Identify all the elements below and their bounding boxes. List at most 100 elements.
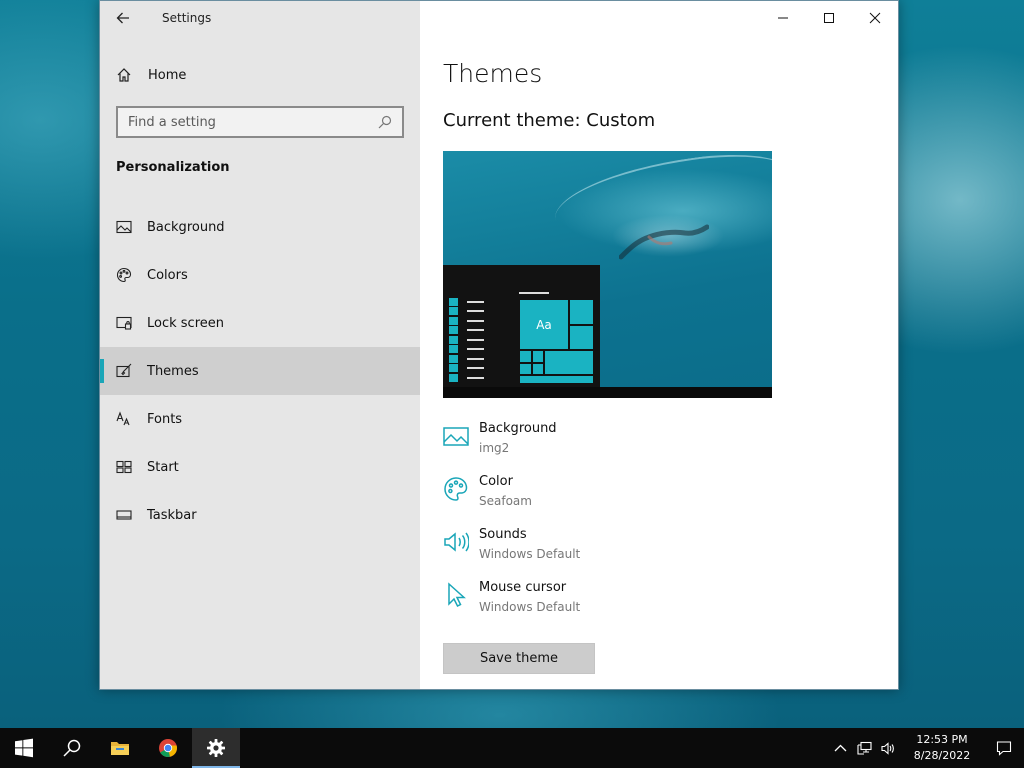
save-theme-button[interactable]: Save theme <box>443 643 595 674</box>
theme-prop-name: Sounds <box>479 527 527 542</box>
window-controls <box>760 1 898 35</box>
picture-icon <box>443 427 469 446</box>
lock-screen-icon <box>116 316 132 330</box>
palette-icon <box>444 477 468 501</box>
close-button[interactable] <box>852 1 898 35</box>
file-explorer-icon <box>111 742 129 755</box>
system-tray: 12:53 PM 8/28/2022 <box>828 728 1024 768</box>
theme-prop-name: Background <box>479 421 557 436</box>
search-input[interactable] <box>128 114 368 130</box>
cursor-icon <box>448 582 466 608</box>
preview-swimmer <box>619 224 709 260</box>
preview-tile <box>544 350 594 375</box>
theme-prop-value: Windows Default <box>479 600 581 614</box>
search-icon <box>63 739 81 757</box>
start-tiles-icon <box>116 460 132 474</box>
settings-gear-icon <box>207 739 225 757</box>
picture-icon <box>116 220 132 234</box>
sidebar-item-label: Themes <box>147 363 199 379</box>
theme-prop-name: Mouse cursor <box>479 580 567 595</box>
preview-tile <box>532 350 544 363</box>
app-title: Settings <box>162 11 212 25</box>
preview-tile <box>569 299 594 325</box>
settings-app-button[interactable] <box>192 728 240 768</box>
theme-properties: Background img2 Color Seafoam Sounds Win… <box>443 420 863 632</box>
sidebar-item-background[interactable]: Background <box>100 203 420 251</box>
preview-tile <box>532 363 544 375</box>
taskbar-icon <box>116 510 132 520</box>
preview-app-list <box>449 297 484 383</box>
sidebar-item-lock-screen[interactable]: Lock screen <box>100 299 420 347</box>
windows-start-icon <box>15 738 33 758</box>
search-button[interactable] <box>48 728 96 768</box>
preview-tile <box>519 363 532 375</box>
preview-tile <box>519 350 532 363</box>
preview-start-menu: Aa <box>443 265 600 387</box>
show-hidden-icons-button[interactable] <box>828 728 852 768</box>
theme-prop-value: Seafoam <box>479 494 532 508</box>
theme-prop-value: img2 <box>479 441 510 455</box>
preview-tile-aa: Aa <box>519 299 569 350</box>
clock-time: 12:53 PM <box>916 733 968 746</box>
preview-tile <box>569 325 594 350</box>
sidebar-item-label: Start <box>147 459 179 475</box>
themes-brush-icon <box>116 363 132 378</box>
speaker-icon <box>444 532 469 552</box>
minimize-button[interactable] <box>760 1 806 35</box>
clock-date: 8/28/2022 <box>913 749 971 762</box>
maximize-button[interactable] <box>806 1 852 35</box>
home-label: Home <box>148 67 187 83</box>
sidebar: Settings Home Personalization Background <box>100 1 420 689</box>
sidebar-item-themes[interactable]: Themes <box>100 347 420 395</box>
sidebar-item-label: Colors <box>147 267 188 283</box>
chrome-icon <box>159 739 177 758</box>
theme-prop-value: Windows Default <box>479 547 581 561</box>
title-bar: Settings <box>100 1 420 35</box>
sidebar-item-taskbar[interactable]: Taskbar <box>100 491 420 539</box>
theme-prop-background[interactable]: Background img2 <box>443 420 863 473</box>
notification-icon <box>996 741 1012 756</box>
sidebar-item-label: Background <box>147 219 225 235</box>
sidebar-item-label: Fonts <box>147 411 183 427</box>
font-icon <box>116 411 130 426</box>
file-explorer-button[interactable] <box>96 728 144 768</box>
home-button[interactable]: Home <box>100 57 420 93</box>
network-button[interactable] <box>852 728 876 768</box>
close-icon <box>869 12 881 24</box>
palette-icon <box>116 267 132 283</box>
preview-taskbar <box>443 387 772 398</box>
network-icon <box>856 741 872 755</box>
minimize-icon <box>778 17 788 19</box>
action-center-button[interactable] <box>984 728 1024 768</box>
sidebar-item-fonts[interactable]: Fonts <box>100 395 420 443</box>
volume-button[interactable] <box>876 728 900 768</box>
search-box[interactable] <box>116 106 404 138</box>
sidebar-item-label: Lock screen <box>147 315 224 331</box>
clock[interactable]: 12:53 PM 8/28/2022 <box>906 732 978 764</box>
theme-prop-sounds[interactable]: Sounds Windows Default <box>443 526 863 579</box>
sidebar-nav: Background Colors Lock screen Themes Fon… <box>100 203 420 539</box>
maximize-icon <box>824 13 834 23</box>
sidebar-item-colors[interactable]: Colors <box>100 251 420 299</box>
section-title: Personalization <box>116 160 230 175</box>
current-theme-label: Current theme: Custom <box>443 110 656 131</box>
search-icon <box>378 115 392 129</box>
chevron-up-icon <box>834 744 846 751</box>
start-button[interactable] <box>0 728 48 768</box>
theme-prop-mouse-cursor[interactable]: Mouse cursor Windows Default <box>443 579 863 632</box>
chrome-button[interactable] <box>144 728 192 768</box>
preview-tiles: Aa <box>519 299 594 384</box>
home-icon <box>117 68 131 82</box>
preview-tile <box>519 375 594 384</box>
preview-menu-header <box>519 292 549 294</box>
theme-prop-name: Color <box>479 474 513 489</box>
taskbar: 12:53 PM 8/28/2022 <box>0 728 1024 768</box>
settings-window: Settings Home Personalization Background <box>99 0 899 690</box>
page-title: Themes <box>443 59 543 88</box>
volume-icon <box>880 741 894 755</box>
theme-preview: Aa <box>443 151 772 398</box>
back-button[interactable] <box>100 1 146 35</box>
theme-prop-color[interactable]: Color Seafoam <box>443 473 863 526</box>
back-arrow-icon <box>116 12 129 24</box>
sidebar-item-start[interactable]: Start <box>100 443 420 491</box>
